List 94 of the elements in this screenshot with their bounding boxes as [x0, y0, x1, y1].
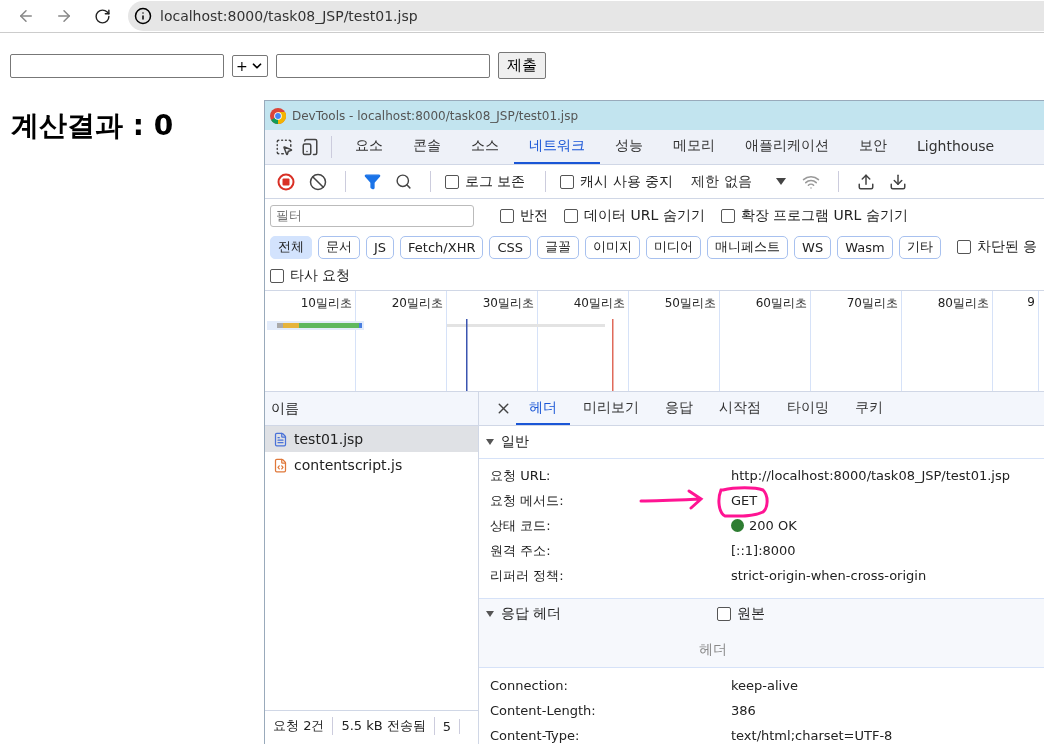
type-filter-chip[interactable]: Fetch/XHR: [400, 235, 484, 259]
panel-tab[interactable]: 메모리: [658, 130, 730, 164]
url-text: localhost:8000/task08_JSP/test01.jsp: [160, 8, 418, 24]
header-name: Connection:: [490, 678, 568, 693]
header-value: GET: [731, 493, 758, 508]
header-value: strict-origin-when-cross-origin: [731, 568, 927, 583]
header-value: 386: [731, 703, 756, 718]
type-filter-chip[interactable]: JS: [366, 235, 395, 259]
expand-icon[interactable]: [485, 609, 495, 619]
request-row[interactable]: contentscript.js: [265, 452, 478, 478]
header-value: 200 OK: [731, 518, 797, 533]
code-file-icon: [273, 457, 288, 473]
time-tick: 9: [1027, 295, 1035, 309]
type-filter-chip[interactable]: 기타: [898, 235, 941, 259]
status-dot: [731, 519, 744, 532]
panel-tab[interactable]: 성능: [600, 130, 658, 164]
annotation-arrow: [639, 487, 705, 511]
time-tick: 30밀리초: [482, 295, 534, 312]
status-text: 요청 2건: [265, 717, 334, 735]
header-value: keep-alive: [731, 678, 798, 693]
request-name: contentscript.js: [294, 457, 403, 473]
operator-select[interactable]: +: [232, 54, 268, 77]
checkbox[interactable]: 확장 프로그램 URL 숨기기: [720, 206, 908, 225]
load-line: [612, 319, 614, 391]
address-bar[interactable]: localhost:8000/task08_JSP/test01.jsp: [128, 1, 1044, 31]
throttle-dropdown[interactable]: 제한 없음: [685, 171, 792, 192]
detail-tab[interactable]: 쿠키: [842, 392, 896, 425]
header-name: 원격 주소:: [490, 541, 551, 560]
section-title: 일반: [501, 433, 529, 451]
section-title: 응답 헤더: [501, 605, 563, 623]
panel-tab[interactable]: 보안: [844, 130, 902, 164]
forward-icon[interactable]: [55, 7, 73, 25]
column-hint: 헤더: [699, 641, 727, 659]
panel-tab[interactable]: 애플리케이션: [730, 130, 844, 164]
expand-icon[interactable]: [485, 437, 495, 447]
type-filter-chip[interactable]: 문서: [318, 235, 360, 259]
panel-tab[interactable]: Lighthouse: [902, 130, 1010, 164]
time-tick: 10밀리초: [300, 295, 352, 312]
header-name: 요청 메서드:: [490, 491, 564, 510]
panel-tab[interactable]: 콘솔: [398, 130, 456, 164]
header-value: text/html;charset=UTF-8: [731, 728, 893, 743]
time-tick: 60밀리초: [755, 295, 807, 312]
type-filter-chip[interactable]: CSS: [489, 235, 532, 259]
dom-loaded-line: [466, 319, 468, 391]
number-field[interactable]: [10, 53, 224, 78]
header-name: Content-Type:: [490, 728, 580, 743]
result-heading: 계산결과 : 0: [11, 108, 174, 144]
type-filter-chip[interactable]: 매니페스트: [707, 235, 789, 259]
number-field[interactable]: [275, 53, 490, 78]
type-filter-chip[interactable]: 이미지: [585, 235, 641, 259]
detail-tab[interactable]: 응답: [652, 392, 706, 425]
info-icon[interactable]: [134, 7, 152, 25]
header-name: 리퍼러 정책:: [490, 566, 564, 585]
window-title: DevTools - localhost:8000/task08_JSP/test01.jsp: [292, 108, 579, 123]
column-header: 이름: [271, 399, 299, 418]
header-value: http://localhost:8000/task08_JSP/test01.jsp: [731, 468, 1010, 483]
reload-icon[interactable]: [93, 7, 111, 25]
checkbox[interactable]: 반전: [500, 206, 548, 225]
type-filter-chip[interactable]: 글꼴: [537, 235, 580, 259]
request-name: test01.jsp: [294, 431, 364, 447]
back-icon[interactable]: [17, 7, 35, 25]
header-name: 요청 URL:: [490, 466, 551, 485]
checkbox[interactable]: 차단된 응: [956, 238, 1038, 256]
checkbox[interactable]: 원본: [717, 605, 765, 623]
type-filter-chip[interactable]: 미디어: [646, 235, 702, 259]
checkbox[interactable]: 캐시 사용 중지: [560, 172, 674, 191]
checkbox[interactable]: 로그 보존: [445, 172, 526, 191]
type-filter-chip[interactable]: Wasm: [837, 235, 893, 259]
filter-field[interactable]: 필터: [270, 204, 474, 227]
time-tick: 70밀리초: [846, 295, 898, 312]
type-filter-chip[interactable]: WS: [794, 235, 832, 259]
checkbox[interactable]: 타사 요청: [270, 267, 351, 285]
header-value: [::1]:8000: [731, 543, 796, 558]
document-icon: [273, 431, 288, 447]
checkbox[interactable]: 데이터 URL 숨기기: [564, 206, 705, 225]
chrome-logo-icon: [270, 107, 286, 124]
detail-tab[interactable]: 미리보기: [570, 392, 652, 425]
type-filter-chip[interactable]: 전체: [270, 235, 312, 259]
status-text: 5.5 kB 전송됨: [333, 717, 435, 735]
panel-tab[interactable]: 네트워크: [514, 130, 600, 164]
detail-tab[interactable]: 시작점: [706, 392, 774, 425]
header-name: Content-Length:: [490, 703, 596, 718]
submit-button[interactable]: 제출: [497, 52, 546, 79]
status-text: 5: [434, 718, 461, 734]
request-row[interactable]: test01.jsp: [265, 426, 478, 452]
detail-tab[interactable]: 타이밍: [774, 392, 842, 425]
time-tick: 40밀리초: [573, 295, 625, 312]
time-tick: 80밀리초: [937, 295, 989, 312]
panel-tab[interactable]: 요소: [340, 130, 398, 164]
header-name: 상태 코드:: [490, 516, 551, 535]
caret-icon[interactable]: [775, 177, 786, 186]
time-tick: 50밀리초: [664, 295, 716, 312]
time-tick: 20밀리초: [391, 295, 443, 312]
panel-tab[interactable]: 소스: [456, 130, 514, 164]
